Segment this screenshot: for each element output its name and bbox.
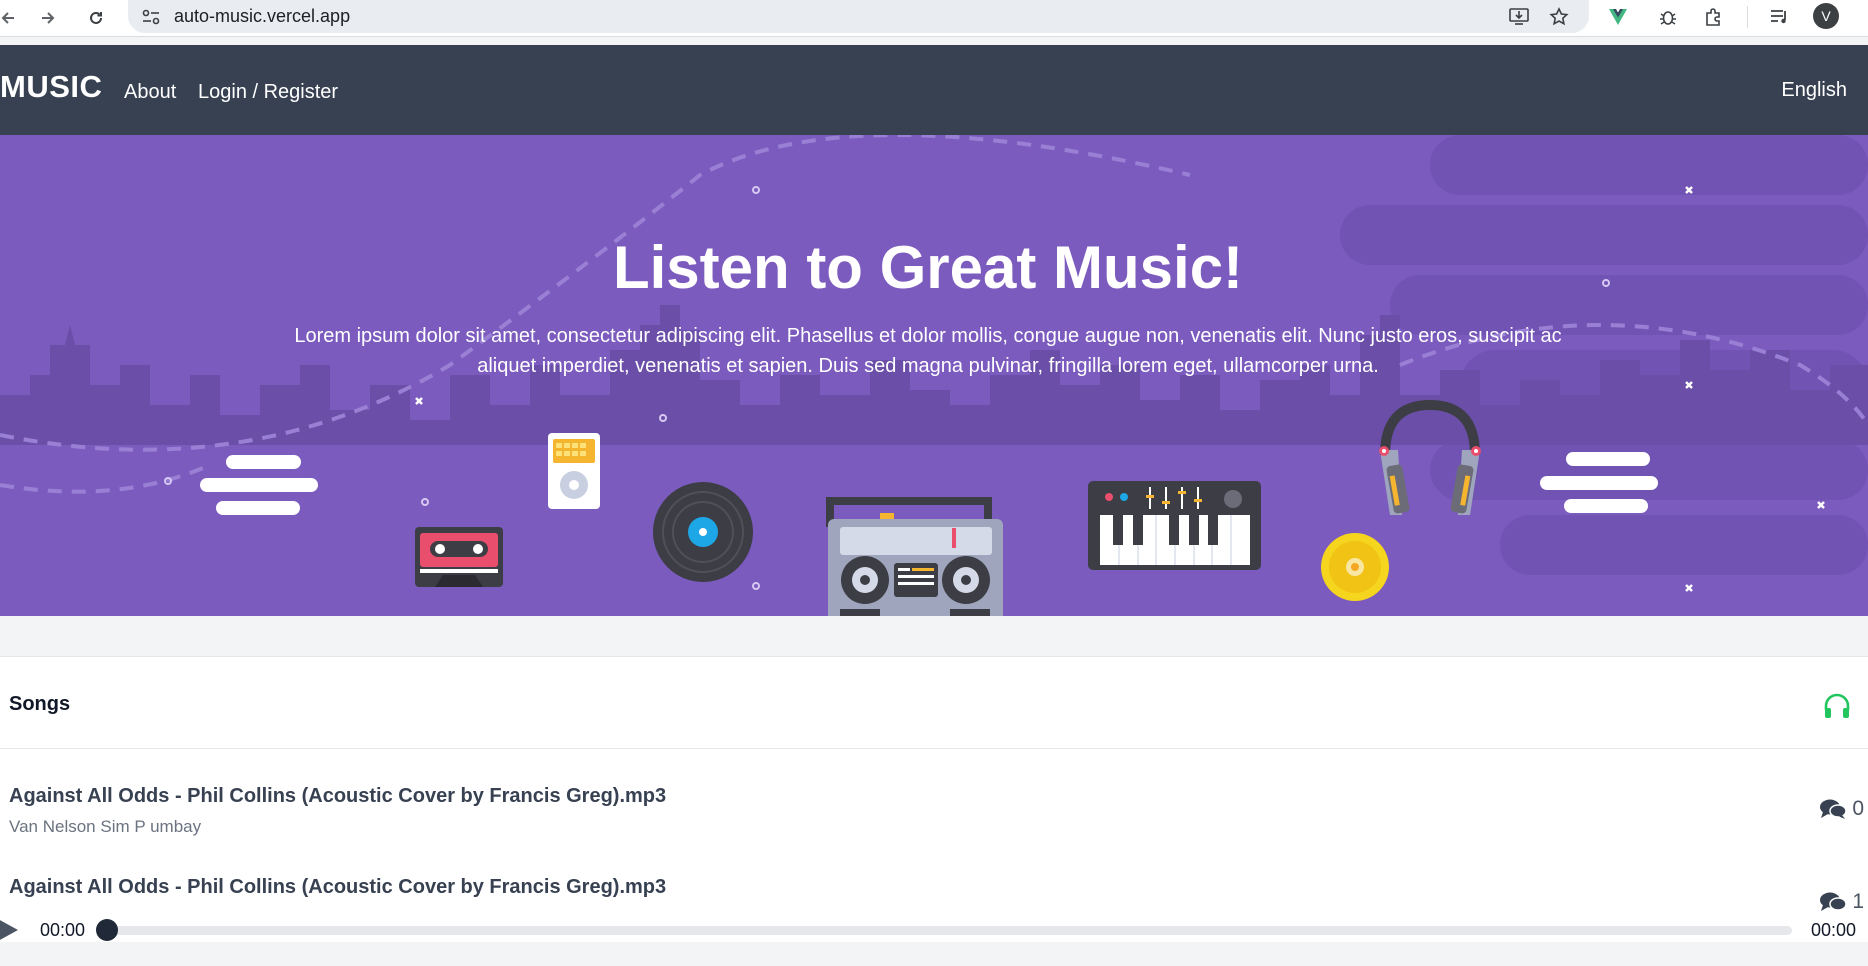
comments-icon xyxy=(1820,799,1848,819)
hero-title: Listen to Great Music! xyxy=(612,234,1244,301)
site-info-icon[interactable] xyxy=(138,4,164,30)
toolbar-divider xyxy=(1747,6,1748,28)
hero-banner: Listen to Great Music! Lorem ipsum dolor… xyxy=(0,135,1868,616)
reload-button[interactable] xyxy=(82,4,110,32)
current-time: 00:00 xyxy=(40,920,86,940)
songs-header: Songs xyxy=(0,657,1868,749)
arrow-left-icon xyxy=(1,12,14,24)
comment-count: 1 xyxy=(1852,890,1864,913)
bookmark-star-icon[interactable] xyxy=(1546,4,1572,30)
profile-avatar[interactable]: V xyxy=(1813,3,1839,29)
address-bar[interactable]: auto-music.vercel.app xyxy=(128,0,1589,33)
songs-title: Songs xyxy=(9,693,71,715)
media-queue-icon[interactable] xyxy=(1767,4,1793,30)
comments-icon xyxy=(1820,892,1848,911)
play-icon[interactable] xyxy=(0,918,20,942)
reload-icon xyxy=(90,11,102,24)
progress-knob[interactable] xyxy=(96,919,118,941)
back-button[interactable] xyxy=(0,4,22,32)
duration-time: 00:00 xyxy=(1811,920,1857,940)
forward-button[interactable] xyxy=(34,4,62,32)
progress-track[interactable] xyxy=(104,926,1792,935)
song-title[interactable]: Against All Odds - Phil Collins (Acousti… xyxy=(9,876,666,899)
song-list-item[interactable]: Against All Odds - Phil Collins (Acousti… xyxy=(0,785,1868,875)
site-header: MUSIC About Login / Register English xyxy=(0,45,1868,135)
audio-player: 00:00 00:00 xyxy=(0,918,1868,942)
hero-description: Lorem ipsum dolor sit amet, consectetur … xyxy=(294,325,1562,377)
song-title[interactable]: Against All Odds - Phil Collins (Acousti… xyxy=(9,785,666,808)
comment-count: 0 xyxy=(1852,797,1864,820)
url-text: auto-music.vercel.app xyxy=(174,6,351,26)
nav-about-link[interactable]: About xyxy=(124,81,176,104)
extensions-puzzle-icon[interactable] xyxy=(1700,4,1726,30)
arrow-right-icon xyxy=(42,12,55,24)
headphones-icon xyxy=(1824,693,1850,718)
browser-toolbar: auto-music.vercel.app V xyxy=(0,0,1868,37)
bug-extension-icon[interactable] xyxy=(1655,4,1681,30)
site-logo[interactable]: MUSIC xyxy=(0,69,102,105)
language-selector[interactable]: English xyxy=(1781,79,1847,102)
songs-panel: Songs Against All Odds - Phil Collins (A… xyxy=(0,656,1868,942)
song-artist: Van Nelson Sim P umbay xyxy=(9,817,202,836)
song-comment-count: 0 xyxy=(1819,797,1864,821)
install-app-icon[interactable] xyxy=(1506,4,1532,30)
song-comment-count: 1 xyxy=(1819,890,1864,914)
vue-devtools-icon[interactable] xyxy=(1605,4,1631,30)
nav-login-register-link[interactable]: Login / Register xyxy=(198,81,338,104)
